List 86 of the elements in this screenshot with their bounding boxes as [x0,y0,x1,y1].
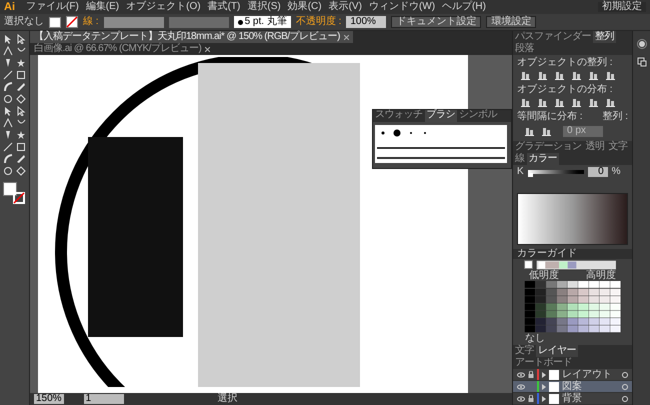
close-icon[interactable] [344,34,349,40]
guide-label: 高明度 [586,271,616,282]
align-icon[interactable] [555,71,564,80]
distribute-icon[interactable] [525,127,534,136]
app-logo: Ai [4,2,15,12]
panel-tab[interactable]: 整列 [593,31,616,43]
panel-tab[interactable]: スウォッチ [373,110,424,122]
align-icon[interactable] [589,71,598,80]
panel-tab[interactable]: アートボード [513,357,574,369]
stroke-weight-field[interactable] [104,16,164,28]
no-stroke-icon[interactable] [13,192,25,204]
no-stroke-icon[interactable] [66,16,78,28]
close-icon[interactable] [205,46,210,52]
panel-tab[interactable]: 文字 [513,345,536,357]
workspace-switcher[interactable]: 初期設定 [598,2,646,12]
selection-status: 選択なし [4,17,44,27]
align-icon[interactable] [538,71,547,80]
guide-label: 低明度 [529,271,559,282]
variable-width-field[interactable] [168,16,229,28]
fill-swatch[interactable] [49,16,61,28]
panel-tab[interactable]: グラデーション [513,141,584,153]
section-label: オブジェクトの分布 : [516,83,614,95]
toolbar-button[interactable]: 環境設定 [486,16,536,28]
zoom-field[interactable]: 150% [34,394,64,404]
toolbar-button[interactable]: ドキュメント設定 [391,16,482,28]
document-tab[interactable]: 【入稿データテンプレート】天丸印18mm.ai* @ 150% (RGB/プレビュー) [30,31,353,43]
eye-icon[interactable] [517,396,525,402]
menu-item[interactable]: ヘルプ(H) [442,2,486,12]
eye-icon[interactable] [517,384,525,390]
channel-label: K [517,167,524,177]
menu-item[interactable]: ウィンドウ(W) [368,2,436,12]
align-icon[interactable] [572,71,581,80]
current-tool-status: 選択 [218,394,238,404]
slider-track[interactable] [528,170,584,174]
distribute-icon[interactable] [589,98,598,107]
menu-item[interactable]: オブジェクト(O) [126,2,201,12]
none-label: なし [524,333,546,344]
panel-tab[interactable]: 段落 [513,43,536,55]
menu-item[interactable]: 表示(V) [328,2,362,12]
opacity-field[interactable]: 100% [346,16,386,28]
dot-icon [238,20,243,24]
brush-dropdown[interactable]: 5 pt. 丸筆 [234,16,291,28]
menu-item[interactable]: 選択(S) [247,2,281,12]
distribute-icon[interactable] [572,98,581,107]
menu-item[interactable]: 編集(E) [86,2,120,12]
fill-color-box[interactable] [3,182,17,196]
layer-row[interactable]: 背景 [513,393,632,405]
lock-icon[interactable] [528,371,534,378]
panel-tab[interactable]: 線 [513,153,526,165]
panel-tab[interactable]: ブラシ [424,110,457,122]
distribute-icon[interactable] [555,98,564,107]
panel-tab[interactable]: シンボル [457,110,499,122]
section-label: 等間隔に分布 : [517,112,583,122]
stroke-label: 線 : [83,17,99,27]
distribute-icon[interactable] [521,98,530,107]
menu-item[interactable]: 効果(C) [288,2,322,12]
distribute-icon[interactable] [606,98,615,107]
unit-label: % [612,167,621,177]
distribute-icon[interactable] [538,98,547,107]
section-label: オブジェクトの整列 : [516,56,614,68]
distribute-icon[interactable] [542,127,551,136]
tool-icon[interactable] [16,58,26,68]
lock-icon[interactable] [528,395,534,402]
align-icon[interactable] [521,71,530,80]
artboard-number-field[interactable]: 1 [84,394,124,404]
value-field[interactable]: 0 [588,167,608,177]
align-icon[interactable] [606,71,615,80]
menu-item[interactable]: ファイル(F) [26,2,79,12]
layer-name: 背景 [562,394,583,404]
panel-tab[interactable]: レイヤー [536,345,578,357]
artboard-icon[interactable] [636,57,646,67]
layer-name: 図案 [562,382,583,392]
panel-tab[interactable]: 透明 [584,141,606,153]
menu-item[interactable]: 書式(T) [208,2,240,12]
slider-thumb[interactable] [528,173,533,177]
panel-tab[interactable]: 文字 [606,141,630,153]
color-spectrum[interactable] [517,193,628,245]
eye-icon[interactable] [517,372,525,378]
layer-row[interactable]: 図案 [513,381,632,393]
panel-tab[interactable]: カラーガイド [513,248,632,260]
section-label: 整列 : [602,112,628,122]
panel-tab[interactable]: カラー [526,153,559,165]
layer-name: レイアウト [562,370,613,380]
opacity-label: 不透明度 : [296,17,342,27]
panel-tab[interactable]: パスファインダー [513,31,593,43]
tool-icon[interactable] [16,130,26,140]
